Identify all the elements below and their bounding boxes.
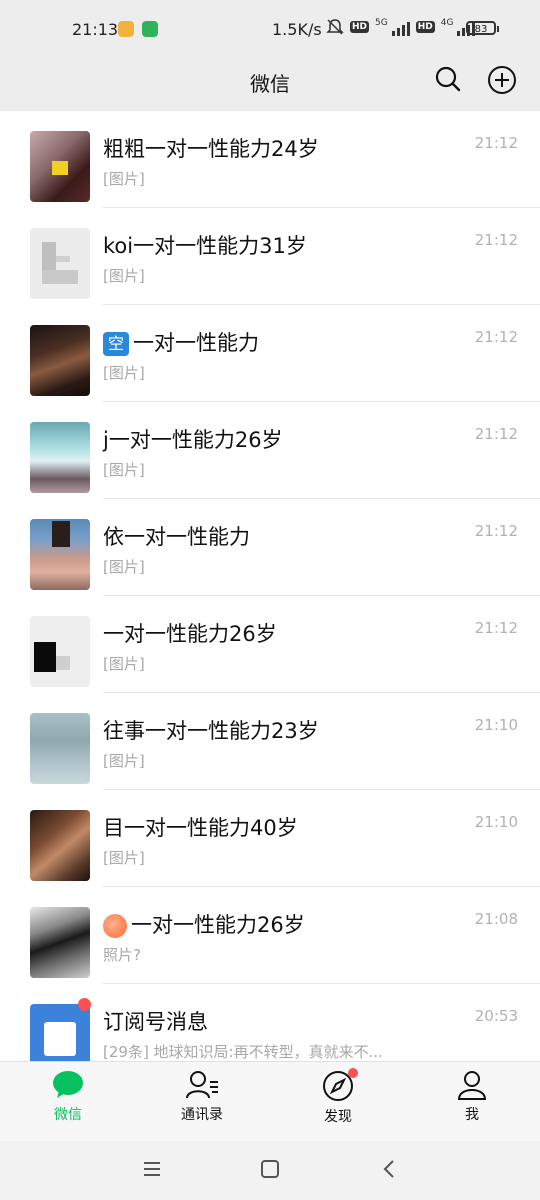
avatar: [30, 131, 90, 202]
chat-time: 21:08: [474, 910, 518, 928]
chat-preview: [图片]: [103, 364, 145, 382]
chat-preview: 照片?: [103, 946, 141, 964]
tab-contacts[interactable]: 通讯录: [142, 1070, 262, 1124]
network-type: 5G: [375, 18, 388, 28]
emoji-kong: 空: [103, 332, 129, 356]
chat-row-subscriptions[interactable]: 订阅号消息 [29条] 地球知识局:再不转型，真就来不... 20:53: [0, 984, 540, 1061]
avatar: [30, 907, 90, 978]
person-icon: [457, 1071, 487, 1100]
chat-time: 20:53: [474, 1007, 518, 1025]
chat-preview: [图片]: [103, 461, 145, 479]
chat-preview: [图片]: [103, 267, 145, 285]
avatar: [30, 422, 90, 493]
discover-badge: [348, 1068, 358, 1078]
network-speed: 1.5K/s: [272, 20, 322, 39]
chat-time: 21:12: [474, 619, 518, 637]
tab-label: 微信: [54, 1107, 82, 1123]
battery-icon: 83: [466, 21, 499, 35]
menu-icon[interactable]: [140, 1157, 164, 1181]
chat-row[interactable]: koi一对一性能力31岁 [图片] 21:12: [0, 208, 540, 305]
chat-preview: [29条] 地球知识局:再不转型，真就来不...: [103, 1043, 383, 1061]
chat-row[interactable]: 一对一性能力26岁 照片? 21:08: [0, 887, 540, 984]
chat-name: koi一对一性能力31岁: [103, 234, 307, 258]
search-icon[interactable]: [434, 65, 462, 93]
tab-label: 我: [465, 1107, 479, 1123]
status-icons: HD 5G HD 4G: [326, 18, 476, 36]
peach-emoji-icon: [103, 914, 127, 938]
network-type: 4G: [440, 18, 454, 28]
chat-row[interactable]: 目一对一性能力40岁 [图片] 21:10: [0, 790, 540, 887]
chat-row[interactable]: 粗粗一对一性能力24岁 [图片] 21:12: [0, 111, 540, 208]
chat-preview: [图片]: [103, 655, 145, 673]
chat-time: 21:12: [474, 134, 518, 152]
home-icon[interactable]: [258, 1157, 282, 1181]
chat-list: 粗粗一对一性能力24岁 [图片] 21:12 koi一对一性能力31岁 [图片]…: [0, 111, 540, 1061]
tab-bar: 微信 通讯录 发现 我: [0, 1061, 540, 1142]
unread-badge: [78, 998, 91, 1011]
chat-row[interactable]: 依一对一性能力 [图片] 21:12: [0, 499, 540, 596]
back-icon[interactable]: [378, 1157, 402, 1181]
hd-icon: HD: [350, 21, 370, 33]
avatar: [30, 713, 90, 784]
system-nav-bar: [0, 1141, 540, 1200]
chat-row[interactable]: 往事一对一性能力23岁 [图片] 21:10: [0, 693, 540, 790]
chat-name: 空一对一性能力: [103, 327, 259, 357]
chat-bubble-icon: [53, 1071, 83, 1098]
chat-time: 21:12: [474, 328, 518, 346]
chat-name: 往事一对一性能力23岁: [103, 719, 319, 743]
status-bar: 21:13 1.5K/s HD 5G HD 4G 83: [0, 0, 540, 60]
chat-name: 一对一性能力26岁: [103, 622, 277, 646]
chat-preview: [图片]: [103, 849, 145, 867]
chat-name-text: 一对一性能力26岁: [131, 913, 305, 937]
tab-chats[interactable]: 微信: [8, 1070, 128, 1124]
avatar: [30, 519, 90, 590]
chat-name-text: 一对一性能力: [133, 331, 259, 355]
contacts-icon: [186, 1071, 218, 1099]
avatar: [30, 616, 90, 687]
plus-circle-icon[interactable]: [487, 65, 517, 95]
chat-name: 订阅号消息: [103, 1010, 208, 1034]
tab-discover[interactable]: 发现: [278, 1068, 398, 1126]
chat-time: 21:12: [474, 231, 518, 249]
chat-time: 21:12: [474, 522, 518, 540]
signal-icon: [391, 18, 410, 36]
chat-name: 依一对一性能力: [103, 525, 250, 549]
hd-icon: HD: [415, 21, 435, 33]
chat-name: 粗粗一对一性能力24岁: [103, 137, 319, 161]
chat-name: 目一对一性能力40岁: [103, 816, 298, 840]
phone-notification-icon: [142, 21, 158, 37]
tab-label: 通讯录: [181, 1107, 223, 1123]
chat-time: 21:10: [474, 813, 518, 831]
chat-name: j一对一性能力26岁: [103, 428, 283, 452]
chat-row[interactable]: 空一对一性能力 [图片] 21:12: [0, 305, 540, 402]
avatar: [30, 810, 90, 881]
avatar: [30, 325, 90, 396]
header: 微信: [0, 56, 540, 110]
subscription-avatar-icon: [30, 1004, 90, 1061]
chat-preview: [图片]: [103, 752, 145, 770]
chat-row[interactable]: j一对一性能力26岁 [图片] 21:12: [0, 402, 540, 499]
chat-row[interactable]: 一对一性能力26岁 [图片] 21:12: [0, 596, 540, 693]
tab-me[interactable]: 我: [412, 1070, 532, 1124]
chat-preview: [图片]: [103, 170, 145, 188]
app-notification-icon: [118, 21, 134, 37]
chat-time: 21:10: [474, 716, 518, 734]
article-icon: [44, 1022, 76, 1056]
chat-name: 一对一性能力26岁: [103, 909, 305, 939]
chat-preview: [图片]: [103, 558, 145, 576]
status-time: 21:13: [72, 20, 119, 39]
tab-label: 发现: [324, 1109, 352, 1125]
mute-bell-icon: [326, 19, 344, 35]
chat-time: 21:12: [474, 425, 518, 443]
avatar: [30, 228, 90, 299]
